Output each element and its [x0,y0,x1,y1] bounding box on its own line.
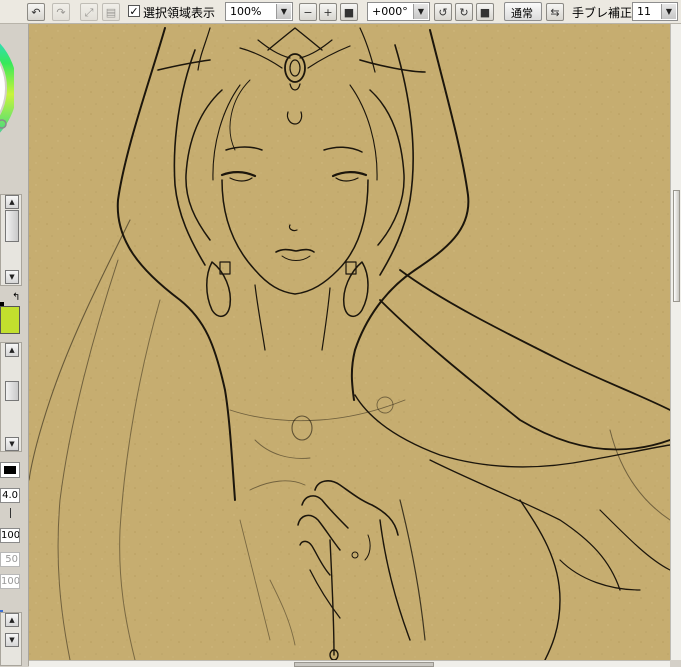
rotate-right-button[interactable]: ↻ [455,3,473,21]
left-tool-panel: ▲ ▼ ↰ ▲ ▼ 4.0 100 50 100 ▲ ▼ [0,24,29,666]
deselect-icon: ⤢ [84,5,94,19]
main-toolbar: ↶ ↷ ⤢ ▤ ✓ 選択領域表示 100% ▼ − + ■ +000° ▼ ↺ … [0,0,681,24]
slider-divider [10,508,11,518]
blend-mode-label: 通常 [511,7,533,20]
stabilizer-select[interactable]: 11 ▼ [632,2,678,21]
chevron-down-icon: ▼ [661,4,676,19]
select-all-button[interactable]: ▤ [102,3,120,21]
scroll-up-button[interactable]: ▲ [5,195,19,209]
panel-scrollbar[interactable]: ▲ ▼ [0,194,22,286]
scroll-thumb[interactable] [5,381,19,401]
minus-icon: − [303,5,313,19]
value-b-field[interactable]: 100 [0,574,20,589]
canvas-vertical-scrollbar[interactable] [670,24,681,660]
flip-horizontal-icon: ⇆ [550,5,560,19]
rotate-left-icon: ↺ [438,5,448,19]
brush-color-box[interactable] [0,462,20,478]
chevron-down-icon: ▼ [413,4,428,19]
density-field[interactable]: 100 [0,528,20,543]
rotation-value: +000° [372,5,408,18]
drawing-canvas[interactable] [29,24,670,660]
redo-button[interactable]: ↷ [52,3,70,21]
value-a-field[interactable]: 50 [0,552,20,567]
square-icon: ■ [343,5,355,19]
scroll-down-button[interactable]: ▼ [5,633,19,647]
selection-visible-label: 選択領域表示 [143,6,216,20]
swap-colors-icon[interactable]: ↰ [12,292,20,303]
scroll-up-button[interactable]: ▲ [5,613,19,627]
chevron-down-icon: ▼ [276,4,291,19]
rotate-right-icon: ↻ [459,5,469,19]
undo-button[interactable]: ↶ [27,3,45,21]
square-icon: ■ [479,5,491,19]
undo-icon: ↶ [31,5,41,19]
plus-icon: + [323,5,333,19]
selection-visible-checkbox[interactable]: ✓ [128,5,140,17]
primary-color-swatch[interactable] [0,306,20,334]
scroll-down-button[interactable]: ▼ [5,270,19,284]
select-all-icon: ▤ [105,5,117,19]
scroll-thumb[interactable] [673,190,680,302]
brush-list-scrollbar[interactable]: ▲ ▼ [0,612,22,666]
zoom-reset-button[interactable]: ■ [340,3,358,21]
rotate-left-button[interactable]: ↺ [434,3,452,21]
deselect-button[interactable]: ⤢ [80,3,98,21]
stabilizer-value: 11 [637,5,651,18]
scroll-up-button[interactable]: ▲ [5,343,19,357]
zoom-out-button[interactable]: − [299,3,317,21]
color-wheel[interactable] [0,24,17,154]
scroll-down-button[interactable]: ▼ [5,437,19,451]
brush-color-fill [4,466,16,474]
zoom-in-button[interactable]: + [319,3,337,21]
brush-size-field[interactable]: 4.0 [0,488,20,503]
scroll-thumb[interactable] [294,662,434,667]
redo-icon: ↷ [56,5,66,19]
tool-list-scrollbar[interactable]: ▲ ▼ [0,342,22,452]
zoom-value: 100% [230,5,262,18]
stabilizer-label: 手ブレ補正 [572,6,633,20]
line-art-drawing [29,24,670,660]
flip-button[interactable]: ⇆ [546,3,564,21]
zoom-select[interactable]: 100% ▼ [225,2,293,21]
rotate-reset-button[interactable]: ■ [476,3,494,21]
scroll-thumb[interactable] [5,210,19,242]
blend-mode-button[interactable]: 通常 [504,2,542,21]
rotation-select[interactable]: +000° ▼ [367,2,430,21]
